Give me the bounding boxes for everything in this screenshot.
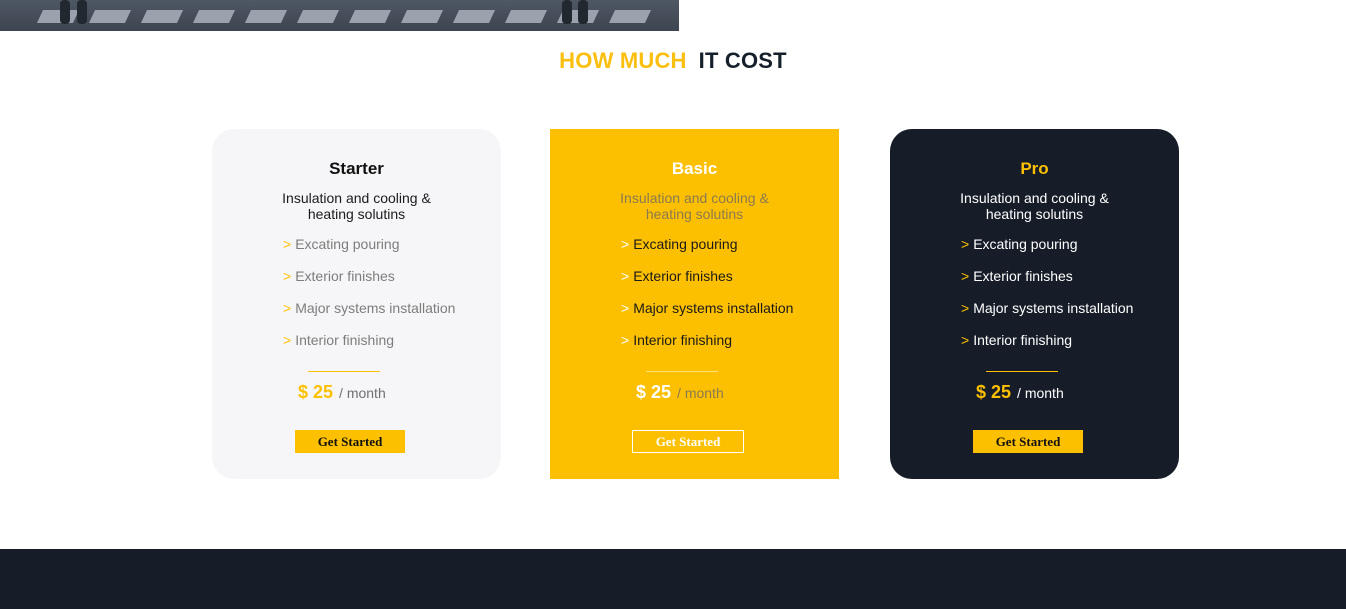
price-row: $ 25 / month (976, 382, 1064, 403)
feature-list: > Excating pouring > Exterior finishes > Ma… (621, 236, 793, 364)
feature-label: Major systems installation (295, 300, 456, 316)
feature-list: > Excating pouring > Exterior finishes > Ma… (283, 236, 455, 364)
chevron-right-icon: > (961, 268, 970, 284)
feature-item: > Major systems installation (283, 300, 455, 332)
feature-item: > Exterior finishes (621, 268, 793, 300)
chevron-right-icon: > (961, 332, 970, 348)
feature-item: > Excating pouring (961, 236, 1133, 268)
chevron-right-icon: > (621, 268, 630, 284)
plan-description-line: Insulation and cooling & (960, 190, 1109, 206)
section-title-rest: IT COST (698, 48, 787, 73)
feature-item: > Interior finishing (283, 332, 455, 364)
crosswalk-stripe (504, 10, 548, 23)
crosswalk-stripe (88, 10, 132, 23)
feature-label: Interior finishing (973, 332, 1073, 348)
feature-label: Exterior finishes (633, 268, 733, 284)
plan-name: Pro (1020, 159, 1049, 178)
feature-item: > Major systems installation (621, 300, 793, 332)
pedestrian-silhouette (77, 0, 87, 24)
crosswalk-stripe (140, 10, 184, 23)
feature-label: Major systems installation (973, 300, 1134, 316)
plan-description: Insulation and cooling & heating solutin… (212, 190, 501, 222)
plan-description-line: heating solutins (985, 206, 1084, 222)
feature-item: > Exterior finishes (283, 268, 455, 300)
crosswalk-stripe (244, 10, 288, 23)
get-started-button[interactable]: Get Started (973, 430, 1083, 453)
plan-name: Basic (671, 159, 718, 178)
feature-label: Excating pouring (973, 236, 1078, 252)
feature-label: Excating pouring (633, 236, 738, 252)
plan-description-line: heating solutins (307, 206, 406, 222)
plan-description-line: Insulation and cooling & (282, 190, 431, 206)
plan-description: Insulation and cooling & heating solutin… (550, 190, 839, 222)
get-started-button[interactable]: Get Started (632, 430, 744, 453)
section-title-highlight: HOW MUCH (559, 48, 687, 73)
price-divider (986, 371, 1058, 372)
crosswalk-stripe (452, 10, 496, 23)
plan-description-line: Insulation and cooling & (620, 190, 769, 206)
price-amount: $ 25 (636, 382, 672, 402)
footer-band (0, 549, 1346, 609)
section-title: HOW MUCH IT COST (0, 48, 1346, 74)
pedestrian-silhouette (562, 0, 572, 24)
chevron-right-icon: > (621, 332, 630, 348)
feature-list: > Excating pouring > Exterior finishes > Ma… (961, 236, 1133, 364)
crosswalk-stripe (192, 10, 236, 23)
crosswalk-stripe (608, 10, 652, 23)
feature-label: Interior finishing (633, 332, 733, 348)
chevron-right-icon: > (283, 332, 292, 348)
chevron-right-icon: > (621, 236, 630, 252)
price-row: $ 25 / month (636, 382, 724, 403)
plan-description-line: heating solutins (645, 206, 744, 222)
pedestrian-silhouette (60, 0, 70, 24)
crosswalk-stripe (36, 10, 80, 23)
pedestrian-silhouette (578, 0, 588, 24)
chevron-right-icon: > (961, 236, 970, 252)
feature-label: Exterior finishes (973, 268, 1073, 284)
price-period: / month (677, 385, 724, 401)
crosswalk-stripe (296, 10, 340, 23)
chevron-right-icon: > (283, 236, 292, 252)
crosswalk-stripe (348, 10, 392, 23)
feature-label: Major systems installation (633, 300, 794, 316)
feature-label: Exterior finishes (295, 268, 395, 284)
feature-item: > Exterior finishes (961, 268, 1133, 300)
feature-label: Interior finishing (295, 332, 395, 348)
chevron-right-icon: > (621, 300, 630, 316)
price-amount: $ 25 (298, 382, 334, 402)
feature-label: Excating pouring (295, 236, 400, 252)
feature-item: > Interior finishing (961, 332, 1133, 364)
price-row: $ 25 / month (298, 382, 386, 403)
chevron-right-icon: > (283, 300, 292, 316)
price-amount: $ 25 (976, 382, 1012, 402)
price-divider (308, 371, 380, 372)
price-period: / month (339, 385, 386, 401)
get-started-button[interactable]: Get Started (295, 430, 405, 453)
price-divider (646, 371, 718, 372)
feature-item: > Major systems installation (961, 300, 1133, 332)
feature-item: > Excating pouring (283, 236, 455, 268)
price-period: / month (1017, 385, 1064, 401)
crosswalk-stripe (400, 10, 444, 23)
plan-name: Starter (329, 159, 384, 178)
plan-description: Insulation and cooling & heating solutin… (890, 190, 1179, 222)
pricing-card-pro: Pro Insulation and cooling & heating sol… (890, 129, 1179, 479)
chevron-right-icon: > (283, 268, 292, 284)
feature-item: > Interior finishing (621, 332, 793, 364)
hero-image-strip (0, 0, 679, 31)
chevron-right-icon: > (961, 300, 970, 316)
feature-item: > Excating pouring (621, 236, 793, 268)
pricing-card-starter: Starter Insulation and cooling & heating… (212, 129, 501, 479)
pricing-card-basic: Basic Insulation and cooling & heating s… (550, 129, 839, 479)
